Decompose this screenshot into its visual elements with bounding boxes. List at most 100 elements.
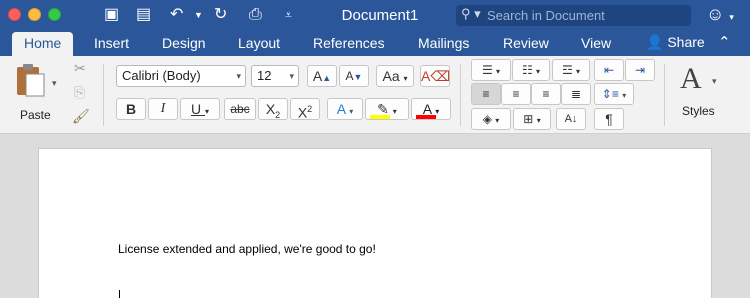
styles-dropdown-icon: ▾: [712, 76, 717, 86]
tab-references[interactable]: References: [313, 35, 385, 51]
decrease-indent-icon: ⇤: [603, 63, 615, 77]
font-size-select[interactable]: 12 ▾: [251, 65, 299, 87]
clear-formatting-icon: A⌫: [421, 68, 451, 84]
font-size-value: 12: [257, 68, 272, 83]
format-painter-icon[interactable]: 🖌: [72, 108, 90, 125]
styles-label: Styles: [682, 104, 715, 118]
pilcrow-icon: ¶: [605, 111, 613, 127]
text-effects-button[interactable]: A ▾: [327, 98, 363, 120]
paste-icon: [17, 64, 45, 97]
text-effects-glyph: A: [336, 101, 346, 117]
tab-review[interactable]: Review: [503, 35, 549, 51]
grow-font-glyph: A: [312, 68, 323, 84]
ribbon-home: ▾ Paste ✂ ⎘ 🖌 Calibri (Body) ▾ 12 ▾ A▲ A…: [0, 56, 750, 134]
sort-az-icon: A↓: [564, 113, 578, 125]
line-spacing-button[interactable]: ⇕≡ ▾: [594, 83, 634, 105]
align-right-icon: ≡: [542, 87, 550, 101]
paste-label: Paste: [20, 108, 51, 122]
justify-button[interactable]: ≣: [561, 83, 591, 105]
highlight-button[interactable]: ✎ ▾: [365, 98, 409, 120]
justify-icon: ≣: [570, 87, 582, 101]
divider: [103, 64, 104, 126]
chevron-down-icon: ▾: [289, 71, 294, 81]
change-case-button[interactable]: Aa ▾: [376, 65, 414, 87]
customize-toolbar-icon[interactable]: ⩡: [285, 5, 292, 25]
add-person-icon: 👤: [646, 34, 664, 50]
font-family-select[interactable]: Calibri (Body) ▾: [116, 65, 246, 87]
undo-dropdown-icon[interactable]: ▼: [194, 5, 203, 25]
paint-bucket-icon: ◈: [482, 112, 492, 126]
superscript-button[interactable]: X2: [290, 98, 320, 121]
subscript-button[interactable]: X2: [258, 98, 288, 120]
highlight-color-swatch: [370, 115, 390, 119]
bold-button[interactable]: B: [116, 98, 146, 120]
borders-button[interactable]: ⊞ ▾: [513, 108, 551, 130]
line-spacing-icon: ⇕≡: [601, 87, 619, 101]
clear-formatting-button[interactable]: A⌫: [420, 65, 450, 87]
bullet-list-icon: ☰: [481, 63, 493, 77]
copy-icon[interactable]: ⎘: [74, 84, 85, 101]
multilevel-list-button[interactable]: ☲ ▾: [552, 59, 590, 81]
increase-indent-icon: ⇥: [634, 63, 646, 77]
collapse-ribbon-icon[interactable]: ⌃: [718, 33, 731, 51]
bullets-button[interactable]: ☰ ▾: [471, 59, 511, 81]
align-center-button[interactable]: ≡: [501, 83, 531, 105]
share-button[interactable]: 👤 Share: [646, 34, 705, 51]
underline-glyph: U: [190, 101, 202, 117]
align-left-icon: ≡: [482, 87, 490, 101]
feedback-smiley-icon[interactable]: ☺ ▾: [706, 4, 734, 25]
sort-button[interactable]: A↓: [556, 108, 586, 130]
search-placeholder: Search in Document: [487, 8, 605, 23]
font-color-swatch: [416, 115, 436, 119]
zoom-window-button[interactable]: [48, 8, 61, 21]
align-right-button[interactable]: ≡: [531, 83, 561, 105]
font-color-button[interactable]: A ▾: [411, 98, 451, 120]
styles-button[interactable]: A ▾ Styles: [674, 62, 734, 126]
sidebar-toggle-icon[interactable]: ▣: [104, 5, 119, 25]
italic-button[interactable]: I: [148, 98, 178, 120]
shrink-font-glyph: A: [345, 69, 354, 83]
tab-view[interactable]: View: [581, 35, 611, 51]
title-bar: ▣ ▤ ↶ ▼ ↻ ⎙ ⩡ Document1 ⚲ ▾ Search in Do…: [0, 0, 750, 30]
grow-font-button[interactable]: A▲: [307, 65, 337, 87]
align-center-icon: ≡: [512, 87, 520, 101]
tab-insert[interactable]: Insert: [94, 35, 129, 51]
increase-indent-button[interactable]: ⇥: [625, 59, 655, 81]
numbered-list-icon: ☷: [521, 63, 533, 77]
numbering-button[interactable]: ☷ ▾: [512, 59, 550, 81]
document-page[interactable]: License extended and applied, we're good…: [38, 148, 712, 298]
decrease-indent-button[interactable]: ⇤: [594, 59, 624, 81]
search-icon: ⚲ ▾: [461, 6, 481, 21]
divider: [664, 64, 665, 126]
change-case-glyph: Aa: [382, 68, 400, 84]
text-cursor: [119, 290, 120, 298]
align-left-button[interactable]: ≡: [471, 83, 501, 105]
save-icon[interactable]: ▤: [136, 5, 151, 25]
strikethrough-button[interactable]: abc: [224, 98, 256, 120]
divider: [460, 64, 461, 126]
paste-dropdown-icon[interactable]: ▾: [52, 78, 57, 89]
document-title: Document1: [341, 7, 419, 24]
tab-mailings[interactable]: Mailings: [418, 35, 469, 51]
chevron-down-icon: ▾: [236, 71, 241, 81]
borders-icon: ⊞: [523, 112, 534, 126]
font-family-value: Calibri (Body): [122, 68, 201, 83]
tab-design[interactable]: Design: [162, 35, 206, 51]
print-icon[interactable]: ⎙: [249, 5, 262, 25]
document-paragraph[interactable]: License extended and applied, we're good…: [118, 242, 376, 256]
underline-button[interactable]: U ▾: [180, 98, 220, 120]
tab-home[interactable]: Home: [12, 32, 74, 56]
share-label: Share: [667, 34, 705, 50]
minimize-window-button[interactable]: [28, 8, 41, 21]
show-formatting-button[interactable]: ¶: [594, 108, 624, 130]
paste-button[interactable]: ▾ Paste: [12, 62, 57, 126]
shrink-font-button[interactable]: A▼: [339, 65, 369, 87]
close-window-button[interactable]: [8, 8, 21, 21]
shading-button[interactable]: ◈ ▾: [471, 108, 511, 130]
redo-icon[interactable]: ↻: [214, 5, 227, 25]
document-canvas: License extended and applied, we're good…: [0, 134, 750, 298]
tab-layout[interactable]: Layout: [238, 35, 280, 51]
cut-icon[interactable]: ✂: [74, 60, 86, 77]
undo-icon[interactable]: ↶: [170, 5, 183, 25]
search-box[interactable]: ⚲ ▾ Search in Document: [456, 5, 691, 26]
